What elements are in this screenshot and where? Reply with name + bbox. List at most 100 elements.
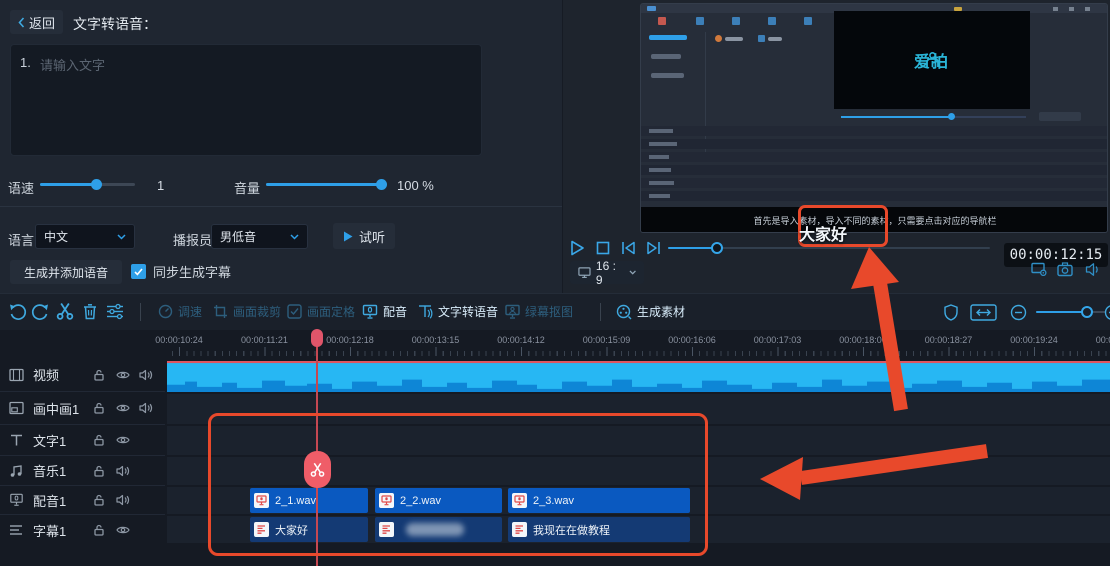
zoom-in-button[interactable] [1104, 304, 1110, 321]
generate-material-button[interactable]: 生成素材 [616, 303, 685, 320]
track-header-text[interactable]: 文字1 [0, 425, 165, 456]
mini-track-row [641, 178, 1107, 188]
chevron-down-icon [629, 270, 636, 275]
fit-width-icon [970, 304, 997, 321]
skip-forward-icon [647, 241, 660, 255]
ruler-tick-label: 00:00:19:24 [1010, 335, 1058, 345]
decor-dot [1069, 7, 1074, 11]
timeline-ruler[interactable]: 00:00:10:24 00:00:11:21 00:00:12:18 00:0… [155, 330, 1110, 358]
mute-icon[interactable] [139, 402, 153, 414]
chevron-down-icon [117, 233, 126, 240]
back-button[interactable]: 返回 [10, 10, 63, 34]
mute-icon[interactable] [116, 494, 130, 506]
adjust-button[interactable] [106, 303, 124, 320]
greenscreen-tool-button[interactable]: 绿幕抠图 [505, 303, 573, 320]
toolbar-divider [140, 303, 141, 321]
crop-tool-button[interactable]: 画面裁剪 [213, 303, 281, 320]
minus-circle-icon [1010, 304, 1027, 321]
prev-frame-button[interactable] [621, 241, 636, 255]
track-header-voice[interactable]: 配音1 [0, 486, 165, 515]
dub-tool-button[interactable]: 配音 [362, 303, 407, 320]
chevron-down-icon [290, 233, 299, 240]
redo-button[interactable] [31, 303, 50, 321]
announcer-select[interactable]: 男低音 [211, 224, 308, 249]
sync-subtitle-option[interactable]: 同步生成字幕 [131, 262, 231, 281]
panel-title: 文字转语音： [73, 16, 157, 32]
mini-progress-fill [841, 116, 951, 118]
visibility-icon[interactable] [116, 403, 130, 414]
track-header-music[interactable]: 音乐1 [0, 456, 165, 486]
lock-icon[interactable] [93, 494, 105, 507]
visibility-icon[interactable] [116, 435, 130, 446]
undo-button[interactable] [8, 303, 27, 321]
seek-knob[interactable] [711, 242, 723, 254]
track-label: 音乐1 [33, 464, 67, 479]
delete-button[interactable] [82, 303, 98, 320]
ruler-major-ticks [179, 347, 1110, 356]
video-clip[interactable] [167, 361, 1110, 392]
panel-divider [0, 206, 562, 207]
mini-sidebar-item [651, 73, 684, 78]
lock-icon[interactable] [93, 402, 105, 415]
speed-tool-label: 调速 [178, 305, 203, 319]
snapshot-button[interactable] [1057, 262, 1074, 277]
generate-voice-button[interactable]: 生成并添加语音 [10, 260, 122, 284]
speed-slider-knob[interactable] [91, 179, 102, 190]
timeline-zoom-fill [1036, 311, 1087, 313]
play-icon [571, 240, 584, 256]
protect-button[interactable] [944, 304, 958, 321]
tts-text-input[interactable]: 1. 请输入文字 [10, 44, 482, 156]
track-header-pip[interactable]: 画中画1 [0, 392, 165, 425]
freeze-tool-label: 画面定格 [307, 305, 356, 319]
playhead-pin[interactable] [311, 329, 323, 347]
track-header-video[interactable]: 视频 [0, 358, 165, 392]
aspect-ratio-select[interactable]: 16 : 9 [570, 259, 644, 287]
display-settings-button[interactable] [1031, 262, 1048, 277]
fit-timeline-button[interactable] [970, 304, 997, 321]
text-icon [11, 434, 22, 446]
skip-back-icon [622, 241, 635, 255]
announcer-value: 男低音 [220, 230, 257, 244]
tts-tool-button[interactable]: 文字转语音 [417, 303, 498, 320]
decor-dot [1053, 7, 1058, 11]
mute-icon[interactable] [116, 465, 130, 477]
mute-icon[interactable] [139, 369, 153, 381]
listen-button[interactable]: 试听 [333, 223, 395, 249]
brand-logo: 爱拍 [834, 49, 1030, 71]
mini-sidebar-item-active [649, 35, 687, 40]
play-button[interactable] [570, 240, 585, 256]
mini-track-label [649, 168, 671, 172]
mini-sidebar-item [651, 54, 681, 59]
lock-icon[interactable] [93, 434, 105, 447]
speed-label: 语速 [8, 181, 35, 196]
volume-slider-knob[interactable] [376, 179, 387, 190]
volume-button[interactable] [1085, 262, 1102, 277]
cut-button[interactable] [56, 302, 74, 320]
lock-icon[interactable] [93, 368, 105, 381]
back-chevron-icon [18, 16, 25, 28]
edit-toolbar: 调速 画面裁剪 画面定格 配音 文字转语音 绿幕抠图 生成素材 [0, 293, 1110, 330]
mini-track-row [641, 126, 1107, 136]
plus-circle-icon [1104, 305, 1110, 320]
timeline-zoom-knob[interactable] [1081, 306, 1093, 318]
zoom-out-button[interactable] [1010, 304, 1027, 321]
audio-waveform [167, 361, 1110, 392]
speed-tool-button[interactable]: 调速 [158, 303, 202, 320]
subtitle-lines-icon [10, 525, 22, 535]
checkbox-checked[interactable] [131, 264, 146, 279]
track-label: 字幕1 [33, 523, 67, 539]
stop-button[interactable] [596, 241, 610, 255]
lock-icon[interactable] [93, 524, 105, 537]
stop-icon [596, 241, 610, 255]
brand-person-icon [925, 51, 939, 67]
speed-slider-fill [40, 183, 96, 186]
lock-icon[interactable] [93, 464, 105, 477]
freeze-tool-button[interactable]: 画面定格 [287, 303, 355, 320]
visibility-icon[interactable] [116, 525, 130, 536]
language-select[interactable]: 中文 [35, 224, 135, 249]
mini-track-label [649, 129, 673, 133]
track-header-subtitle[interactable]: 字幕1 [0, 515, 165, 545]
next-frame-button[interactable] [646, 241, 661, 255]
decor-dot [1085, 7, 1090, 11]
visibility-icon[interactable] [116, 369, 130, 380]
